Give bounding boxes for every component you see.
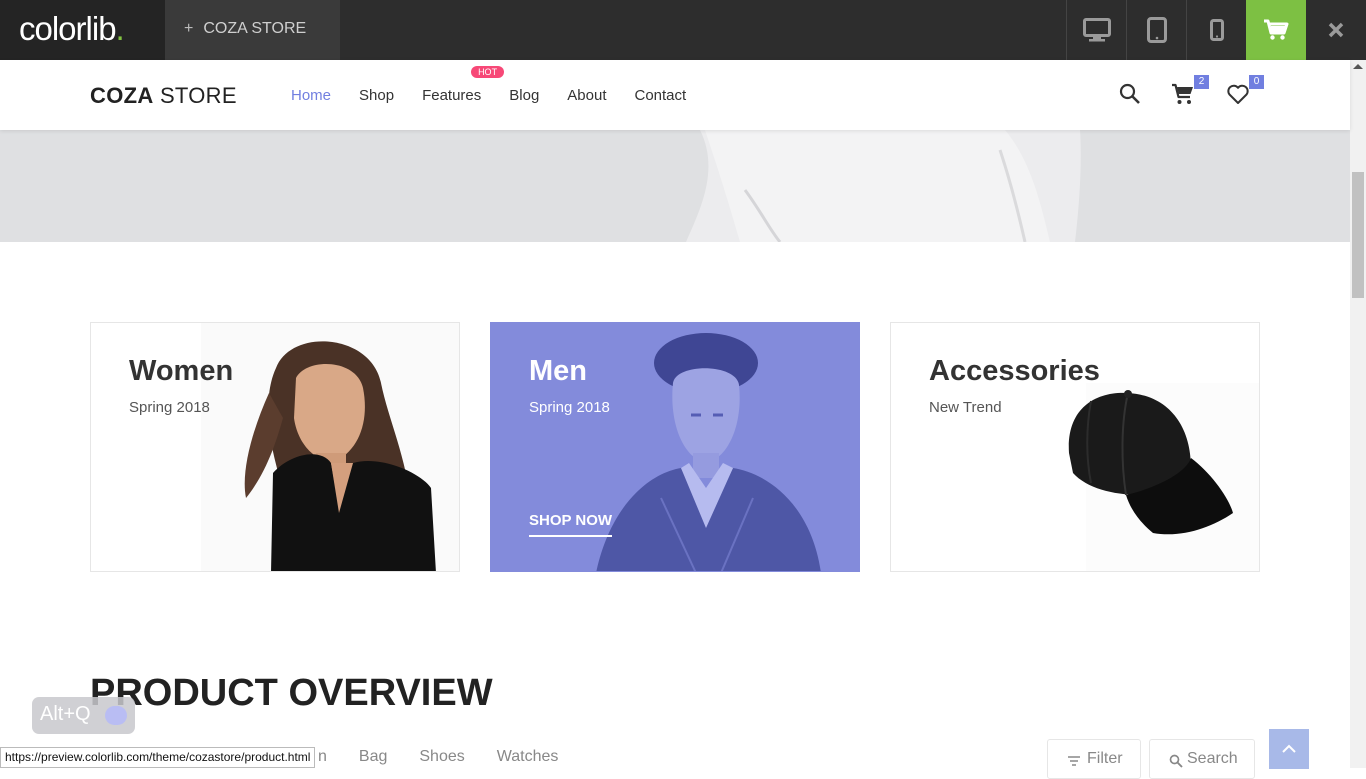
shop-now-link[interactable]: SHOP NOW: [529, 512, 613, 537]
heart-icon: [1227, 84, 1249, 104]
brand-light: STORE: [153, 83, 237, 108]
scroll-up-arrow[interactable]: [1353, 64, 1363, 69]
nav-about[interactable]: About: [567, 87, 606, 104]
filter-tab-bag[interactable]: Bag: [359, 748, 387, 766]
mobile-icon: [1209, 19, 1224, 41]
colorlib-logo-dot: .: [115, 10, 125, 47]
hero-model-image: [686, 130, 1081, 242]
filter-button-label: Filter: [1087, 750, 1123, 767]
wishlist-count-badge: 0: [1249, 75, 1264, 89]
preview-toolbar: colorlib. + COZA STORE: [0, 0, 1366, 60]
desktop-view-button[interactable]: [1066, 0, 1126, 60]
nav-home[interactable]: Home: [291, 87, 331, 104]
search-icon: [1119, 83, 1140, 104]
hot-badge: HOT: [471, 66, 505, 78]
banner-accessories[interactable]: Accessories New Trend: [890, 322, 1260, 572]
shortcut-overlay-label: Alt+Q: [40, 703, 91, 725]
nav-blog[interactable]: Blog: [509, 87, 539, 104]
filter-button[interactable]: Filter: [1047, 739, 1141, 779]
search-icon: [1169, 754, 1183, 768]
nav-features-label: Features: [422, 87, 482, 104]
shortcut-overlay[interactable]: Alt+Q: [32, 697, 135, 734]
nav-features[interactable]: Features HOT: [422, 66, 505, 104]
colorlib-logo-text: colorlib: [19, 10, 117, 47]
filter-tab-shoes[interactable]: Shoes: [419, 748, 464, 766]
banner-subtitle: New Trend: [929, 399, 1002, 416]
preview-tab-coza-store[interactable]: + COZA STORE: [165, 0, 340, 60]
nav-contact[interactable]: Contact: [635, 87, 687, 104]
close-preview-button[interactable]: [1306, 0, 1366, 60]
hero-slider-bottom: [0, 130, 1350, 242]
search-button[interactable]: [1118, 82, 1144, 108]
close-icon: [1328, 22, 1344, 38]
search-toggle-button[interactable]: Search: [1149, 739, 1255, 779]
banner-title: Women: [129, 355, 234, 387]
buy-theme-cart-button[interactable]: [1246, 0, 1306, 60]
desktop-icon: [1082, 18, 1111, 42]
link-status-bar: https://preview.colorlib.com/theme/cozas…: [0, 747, 316, 768]
main-nav: Home Shop Features HOT Blog About Contact: [291, 66, 714, 104]
banner-title: Accessories: [929, 355, 1100, 387]
brand-bold: COZA: [90, 83, 154, 108]
tablet-icon: [1146, 17, 1167, 43]
site-header: COZA STORE Home Shop Features HOT Blog Ab…: [0, 60, 1350, 130]
nav-shop[interactable]: Shop: [359, 87, 394, 104]
tablet-view-button[interactable]: [1126, 0, 1186, 60]
back-to-top-button[interactable]: [1269, 729, 1309, 769]
banner-men[interactable]: Men Spring 2018 SHOP NOW: [490, 322, 860, 572]
filter-icon: [1068, 756, 1080, 766]
preview-tab-label: COZA STORE: [203, 20, 307, 37]
banner-women[interactable]: Women Spring 2018: [90, 322, 460, 572]
cart-icon: [1264, 19, 1289, 40]
filter-tab-partial[interactable]: n: [318, 748, 327, 766]
header-cart-button[interactable]: 2: [1171, 75, 1209, 108]
shopping-cart-icon: [1172, 83, 1193, 104]
mobile-view-button[interactable]: [1186, 0, 1246, 60]
banner-title: Men: [529, 355, 587, 387]
product-overview-title: PRODUCT OVERVIEW: [90, 672, 493, 714]
page-scrollbar[interactable]: [1350, 60, 1366, 768]
search-button-label: Search: [1187, 750, 1238, 767]
plus-icon: +: [184, 20, 194, 37]
wishlist-button[interactable]: 0: [1226, 75, 1264, 108]
colorlib-logo[interactable]: colorlib.: [0, 0, 165, 60]
banner-subtitle: Spring 2018: [529, 399, 610, 416]
waveform-icon: [105, 706, 127, 725]
cart-count-badge: 2: [1194, 75, 1209, 89]
scroll-thumb[interactable]: [1352, 172, 1364, 298]
banner-subtitle: Spring 2018: [129, 399, 210, 416]
coza-store-logo[interactable]: COZA STORE: [90, 83, 237, 109]
filter-tab-watches[interactable]: Watches: [497, 748, 559, 766]
chevron-up-icon: [1282, 744, 1296, 753]
